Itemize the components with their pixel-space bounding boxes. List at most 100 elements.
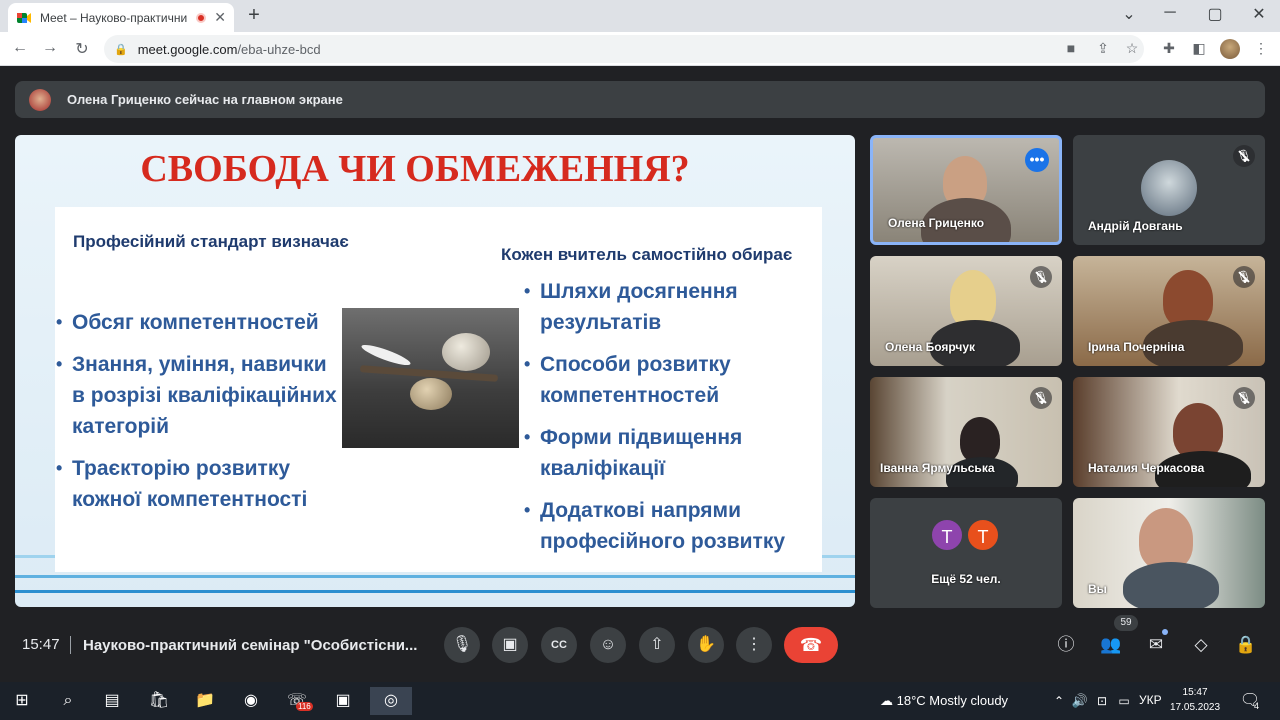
camera-icon[interactable]: ■ [1062,40,1080,56]
recording-indicator-icon [196,12,207,23]
participant-tile[interactable]: 🎙 Іванна Ярмульська [870,377,1062,487]
search-icon[interactable]: ⌕ [54,687,82,715]
language-indicator[interactable]: УКР [1139,693,1162,707]
divider [70,636,71,654]
presenter-avatar [29,88,51,111]
slide-title: СВОБОДА ЧИ ОБМЕЖЕННЯ? [140,148,690,190]
participant-name: Андрій Довгань [1088,219,1183,233]
presentation-view: СВОБОДА ЧИ ОБМЕЖЕННЯ? Професійний станда… [15,135,855,607]
participant-avatar: Т [930,518,964,552]
people-icon[interactable]: 👥 [1098,632,1124,658]
url-path: /eba-uhze-bcd [237,41,321,57]
participant-tile[interactable]: 🎙 Наталия Черкасова [1073,377,1265,487]
weather-widget[interactable]: ☁ 18°C Mostly cloudy [880,693,1008,709]
task-view-icon[interactable]: ▤ [98,687,126,715]
minimize-button[interactable]: ─ [1158,4,1182,22]
presenter-banner: Олена Гриценко сейчас на главном экране [15,81,1265,118]
mic-off-icon: 🎙 [1233,387,1255,409]
slide-right-item: Способи розвитку компетентностей [524,349,750,411]
mic-off-icon: 🎙 [1233,145,1255,167]
more-options-button[interactable]: ⋮ [736,627,772,663]
sidepanel-icon[interactable]: ◧ [1190,40,1208,57]
host-controls-icon[interactable]: 🔒 [1233,632,1259,658]
store-icon[interactable]: 🛍 [145,687,173,715]
extensions-icon[interactable]: ✚ [1160,40,1178,57]
viber-badge: 116 [296,702,313,711]
chat-notification-dot [1162,629,1168,635]
tab-strip: Meet – Науково-практичний ✕ + ⌄ ─ ▢ ✕ [0,0,1280,32]
participant-name: Олена Гриценко [888,216,985,230]
forward-button[interactable]: → [40,39,60,57]
participant-avatar [1141,160,1197,216]
mic-off-icon: 🎙 [1030,387,1052,409]
participant-tile[interactable]: 🎙 Ірина Почерніна [1073,256,1265,366]
windows-taskbar: ⊞ ⌕ ▤ 🛍 📁 ◉ ☏ 116 ▣ ◎ ☁ 18°C Mostly clou… [0,682,1280,720]
profile-avatar[interactable] [1220,39,1240,59]
captions-button[interactable]: CC [541,627,577,663]
system-date: 17.05.2023 [1170,702,1221,713]
mic-off-icon: 🎙 [1233,266,1255,288]
slide-left-item: Траєкторію розвитку кожної компетентност… [56,453,362,515]
camera-button[interactable]: ▣ [492,627,528,663]
cloud-icon: ☁ [880,693,893,708]
chrome-icon[interactable]: ◎ [370,687,412,715]
lock-icon: 🔒 [114,43,128,56]
chat-icon[interactable]: ✉ [1143,632,1169,658]
slide-right-item: Додаткові напрями професійного розвитку [524,495,790,557]
tab-meet[interactable]: Meet – Науково-практичний ✕ [8,3,234,32]
share-icon[interactable]: ⇪ [1094,40,1112,57]
speaking-indicator-icon: ••• [1025,148,1049,172]
more-participants-tile[interactable]: Т Т Ещё 52 чел. [870,498,1062,608]
balance-stones-image [342,308,519,448]
participant-name: Вы [1088,582,1107,596]
hangup-button[interactable]: ☎ [784,627,838,663]
raise-hand-button[interactable]: ✋ [688,627,724,663]
info-icon[interactable]: ⓘ [1053,632,1079,658]
participant-name: Іванна Ярмульська [880,461,995,475]
file-explorer-icon[interactable]: 📁 [191,687,219,715]
back-button[interactable]: ← [10,39,30,57]
meeting-clock: 15:47 [22,636,60,653]
close-window-button[interactable]: ✕ [1247,4,1271,24]
powerpoint-icon[interactable]: ▣ [329,687,357,715]
people-count-badge: 59 [1114,615,1138,631]
activities-icon[interactable]: ◇ [1188,632,1214,658]
system-time: 15:47 [1182,687,1208,698]
star-icon[interactable]: ☆ [1123,40,1141,57]
system-clock[interactable]: 15:47 17.05.2023 [1170,685,1220,715]
more-participants-label: Ещё 52 чел. [931,572,1001,586]
start-icon[interactable]: ⊞ [8,687,36,715]
notifications-icon[interactable]: 🗨 [1236,687,1264,715]
url-host: meet.google.com [137,41,238,57]
participant-video [1139,508,1193,570]
slide-left-item: Знання, уміння, навички в розрізі кваліф… [56,349,342,442]
maximize-button[interactable]: ▢ [1203,4,1227,24]
reactions-button[interactable]: ☺ [590,627,626,663]
participant-tile[interactable]: ••• Олена Гриценко [870,135,1062,245]
participant-tile[interactable]: 🎙 Андрій Довгань [1073,135,1265,245]
tab-search-icon[interactable]: ⌄ [1117,4,1141,24]
present-button[interactable]: ⇧ [639,627,675,663]
battery-icon[interactable]: ▭ [1110,687,1138,715]
participant-name: Олена Боярчук [885,340,976,354]
participant-name: Ірина Почерніна [1088,340,1185,354]
browser-toolbar: ← → ↻ 🔒 meet.google.com/eba-uhze-bcd ■ ⇪… [0,32,1280,66]
participant-tile[interactable]: 🎙 Олена Боярчук [870,256,1062,366]
slide-wave-decoration [15,575,855,578]
self-view-tile[interactable]: Вы [1073,498,1265,608]
tab-close-icon[interactable]: ✕ [214,9,226,26]
participant-name: Наталия Черкасова [1088,461,1205,475]
reload-button[interactable]: ↻ [72,39,92,59]
notifications-count: 4 [1254,701,1260,711]
tab-title: Meet – Науково-практичний [40,10,189,25]
firefox-icon[interactable]: ◉ [237,687,265,715]
microphone-button[interactable]: 🎙 [444,627,480,663]
weather-text: Mostly cloudy [929,693,1009,708]
participant-video [1123,562,1219,608]
new-tab-button[interactable]: + [244,4,264,27]
menu-icon[interactable]: ⋮ [1252,40,1270,57]
address-bar[interactable]: 🔒 meet.google.com/eba-uhze-bcd [104,35,1144,63]
slide-left-heading: Професійний стандарт визначає [73,232,349,251]
slide-right-heading: Кожен вчитель самостійно обирає [501,245,793,264]
participant-avatar: Т [966,518,1000,552]
